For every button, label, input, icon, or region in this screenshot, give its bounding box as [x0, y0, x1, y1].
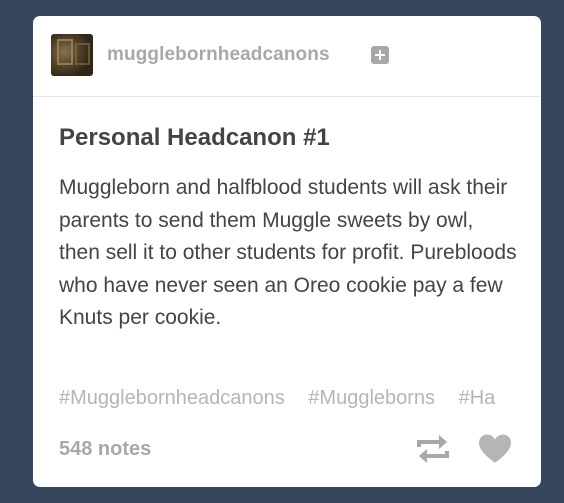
tags-fade-overlay [501, 378, 541, 418]
post-title: Personal Headcanon #1 [59, 124, 330, 151]
tag-link[interactable]: #Mugglebornheadcanons [59, 387, 285, 409]
tag-list: #Mugglebornheadcanons #Muggleborns #Ha [59, 384, 531, 412]
reblog-icon[interactable] [415, 434, 451, 464]
follow-plus-icon[interactable] [371, 46, 389, 64]
avatar-image-detail [75, 43, 90, 65]
avatar[interactable] [51, 34, 93, 76]
post-card: mugglebornheadcanons Personal Headcanon … [33, 16, 541, 487]
post-header: mugglebornheadcanons [33, 16, 541, 97]
notes-count-link[interactable]: 548 notes [59, 438, 151, 461]
blog-name-link[interactable]: mugglebornheadcanons [107, 44, 330, 66]
tag-link[interactable]: #Muggleborns [308, 387, 435, 409]
tag-link[interactable]: #Ha [459, 387, 496, 409]
heart-icon[interactable] [477, 433, 513, 465]
post-body-text: Muggleborn and halfblood students will a… [59, 176, 517, 329]
avatar-image-detail [57, 39, 73, 65]
